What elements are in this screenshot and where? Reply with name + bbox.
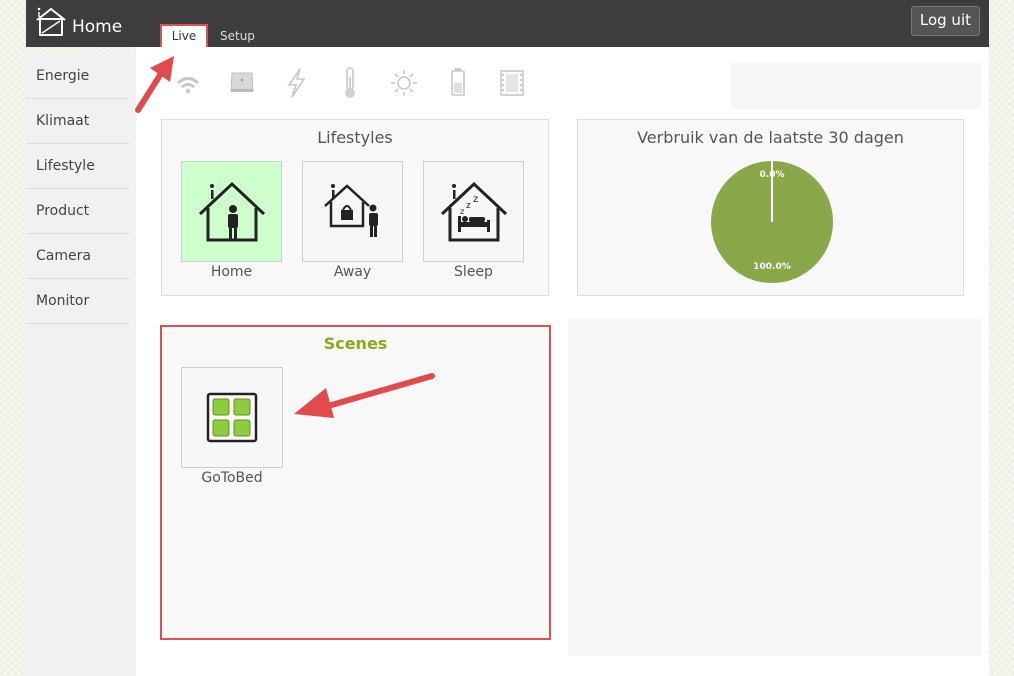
scene-grid-icon — [206, 392, 258, 443]
film-icon[interactable] — [496, 65, 528, 101]
thermometer-icon[interactable] — [334, 65, 366, 101]
home-lock-icon — [324, 184, 378, 237]
sun-icon[interactable] — [388, 65, 420, 101]
app-title[interactable]: Home — [72, 17, 122, 37]
sidebar-item-product[interactable]: Product — [26, 189, 130, 234]
tab-setup[interactable]: Setup — [220, 24, 255, 48]
tab-live[interactable]: Live — [160, 24, 208, 49]
usage-chart-panel: Verbruik van de laatste 30 dagen 0.0% 100… — [577, 119, 964, 296]
device-icon[interactable] — [226, 65, 258, 101]
lifestyles-panel: Lifestyles Home Away z z z Sleep — [161, 119, 549, 296]
lightning-icon[interactable] — [280, 65, 312, 101]
lifestyle-home-button[interactable] — [181, 161, 282, 262]
home-logo-icon[interactable] — [34, 6, 68, 38]
lifestyle-sleep-label: Sleep — [454, 264, 493, 280]
svg-text:z: z — [473, 194, 478, 205]
svg-text:z: z — [466, 201, 471, 211]
lifestyle-away-label: Away — [333, 264, 372, 280]
lifestyle-sleep-button[interactable]: z z z — [423, 161, 524, 262]
sidebar-item-klimaat[interactable]: Klimaat — [26, 99, 130, 144]
battery-icon[interactable] — [442, 65, 474, 101]
status-panel — [731, 63, 981, 109]
svg-text:z: z — [460, 207, 464, 216]
lifestyle-away-button[interactable] — [302, 161, 403, 262]
empty-panel — [568, 319, 981, 656]
scene-gotobed-button[interactable] — [181, 367, 283, 468]
annotation-arrow-scene — [294, 373, 435, 418]
sidebar-item-lifestyle[interactable]: Lifestyle — [26, 144, 130, 189]
sidebar-item-energie[interactable]: Energie — [26, 54, 130, 99]
home-sleep-icon: z z z — [440, 181, 508, 242]
lifestyles-title: Lifestyles — [317, 128, 393, 147]
sidebar-item-monitor[interactable]: Monitor — [26, 279, 130, 324]
annotation-arrow-live — [135, 56, 174, 113]
pie-slice-label: 100.0% — [753, 262, 791, 272]
top-bar: Home Live Setup Log uit — [26, 0, 989, 49]
main-content: Lifestyles Home Away z z z Sleep Verbrui… — [136, 47, 989, 676]
pie-slice-label: 0.0% — [760, 170, 785, 180]
scenes-title: Scenes — [323, 334, 388, 353]
home-person-icon — [198, 181, 266, 242]
sidebar-item-camera[interactable]: Camera — [26, 234, 130, 279]
lifestyle-home-label: Home — [210, 264, 253, 280]
usage-pie-chart: 0.0% 100.0% — [711, 161, 833, 283]
scene-gotobed-label: GoToBed — [201, 470, 263, 486]
sidebar: Energie Klimaat Lifestyle Product Camera… — [26, 54, 136, 676]
logout-button[interactable]: Log uit — [910, 6, 980, 36]
